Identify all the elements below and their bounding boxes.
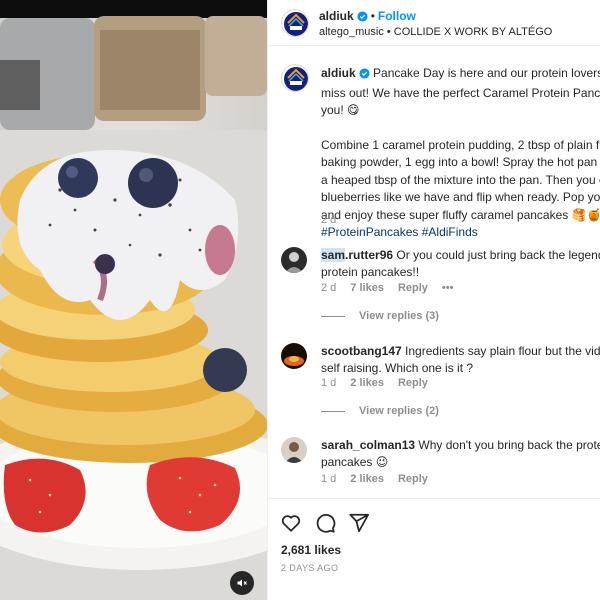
caption-avatar[interactable] xyxy=(281,64,309,92)
comment-text: scootbang147 Ingredients say plain flour… xyxy=(321,343,600,377)
comment-text: sarah_colman13 Why don't you bring back … xyxy=(321,437,600,471)
comment-username[interactable]: scootbang147 xyxy=(321,344,402,358)
post-actions-footer: 2,681 likes 2 DAYS AGO xyxy=(268,498,600,600)
post-caption: aldiuk Pancake Day is here and our prote… xyxy=(321,65,600,259)
comment-age: 2 d xyxy=(321,282,337,294)
verified-badge-icon xyxy=(359,67,370,85)
view-replies-button[interactable]: View replies (3) xyxy=(321,310,439,322)
reply-button[interactable]: Reply xyxy=(398,377,428,389)
comment-username[interactable]: sam.rutter96 xyxy=(321,248,393,262)
avatar[interactable] xyxy=(281,247,307,273)
heart-icon[interactable] xyxy=(279,511,303,535)
verified-badge-icon xyxy=(357,11,368,25)
mute-button[interactable] xyxy=(230,571,254,595)
avatar[interactable] xyxy=(281,9,309,37)
caption-body: Combine 1 caramel protein pudding, 2 tbs… xyxy=(321,137,600,222)
comment-meta: 1 d 2 likes Reply xyxy=(321,377,442,389)
share-icon[interactable] xyxy=(347,511,371,535)
aldi-logo-icon xyxy=(284,12,308,36)
comment-meta: 2 d 7 likes Reply ••• xyxy=(321,282,467,294)
avatar[interactable] xyxy=(281,437,307,463)
comment-likes[interactable]: 2 likes xyxy=(350,377,384,389)
view-replies-label: View replies (3) xyxy=(359,310,439,322)
comment-icon[interactable] xyxy=(313,511,337,535)
divider xyxy=(321,315,345,317)
post-date: 2 DAYS AGO xyxy=(281,563,339,573)
comment-username[interactable]: sarah_colman13 xyxy=(321,438,415,452)
audio-attribution[interactable]: altego_music • COLLIDE X WORK BY ALTÉGO xyxy=(319,26,552,38)
more-options-icon[interactable]: ••• xyxy=(442,282,454,294)
avatar[interactable] xyxy=(281,343,307,369)
post-header: aldiuk • Follow altego_music • COLLIDE X W… xyxy=(268,0,600,46)
like-count[interactable]: 2,681 likes xyxy=(281,543,341,557)
header-title-row: aldiuk • Follow xyxy=(319,9,416,25)
aldi-logo-icon xyxy=(284,67,308,91)
action-bar xyxy=(279,511,371,535)
follow-button[interactable]: Follow xyxy=(378,9,416,23)
caption-username[interactable]: aldiuk xyxy=(321,66,356,80)
muted-speaker-icon xyxy=(236,577,248,589)
caption-age: 2 d xyxy=(321,214,337,226)
post-username[interactable]: aldiuk xyxy=(319,9,354,23)
comment-likes[interactable]: 7 likes xyxy=(350,282,384,294)
view-replies-label: View replies (2) xyxy=(359,405,439,417)
comment-age: 1 d xyxy=(321,377,337,389)
reply-button[interactable]: Reply xyxy=(398,473,428,485)
post-details-panel: aldiuk • Follow altego_music • COLLIDE X W… xyxy=(267,0,600,600)
comment-text: sam.rutter96 Or you could just bring bac… xyxy=(321,247,600,281)
comment-meta: 1 d 2 likes Reply xyxy=(321,473,442,485)
divider xyxy=(321,410,345,412)
reply-button[interactable]: Reply xyxy=(398,282,428,294)
post-video[interactable] xyxy=(0,0,267,600)
comment-likes[interactable]: 2 likes xyxy=(350,473,384,485)
comment-age: 1 d xyxy=(321,473,337,485)
separator-dot: • xyxy=(370,9,375,23)
pancake-image xyxy=(0,0,267,600)
view-replies-button[interactable]: View replies (2) xyxy=(321,405,439,417)
